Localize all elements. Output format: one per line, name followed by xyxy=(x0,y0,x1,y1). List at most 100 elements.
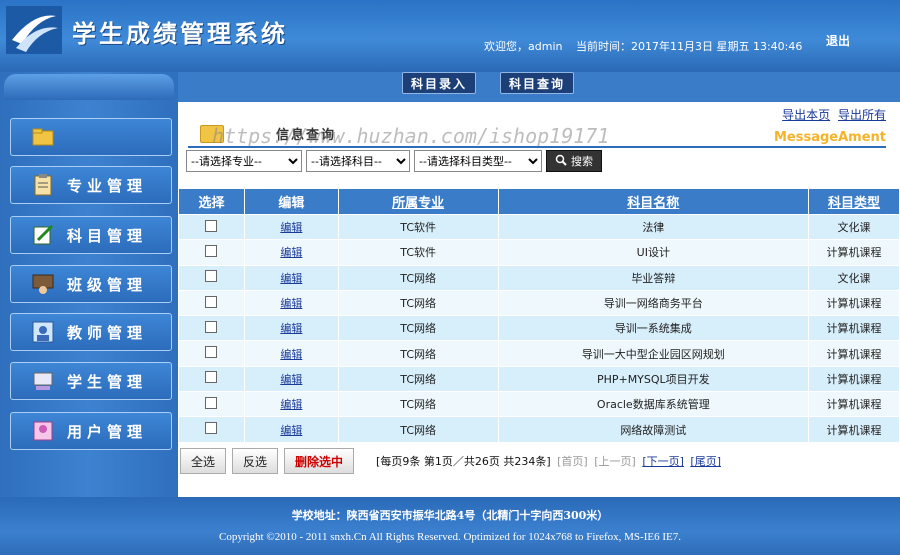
edit-link[interactable]: 编辑 xyxy=(280,246,302,259)
tab-subject-entry[interactable]: 科目录入 xyxy=(402,72,477,94)
col-header-edit: 编辑 xyxy=(243,188,339,215)
subject-type-select[interactable]: --请选择科目类型-- xyxy=(414,150,542,172)
clipboard-icon xyxy=(31,173,55,197)
cell-select xyxy=(178,365,245,393)
sidebar: 专业管理 科目管理 班级管理 教师管理 学生管理 用户管理 xyxy=(0,72,178,497)
pager-last[interactable]: [尾页] xyxy=(690,455,721,468)
row-checkbox[interactable] xyxy=(205,295,218,308)
col-header-major[interactable]: 所属专业 xyxy=(337,188,499,215)
edit-link[interactable]: 编辑 xyxy=(280,297,302,310)
logout-button[interactable]: 退出 xyxy=(826,32,850,49)
row-checkbox[interactable] xyxy=(205,270,218,283)
cell-edit: 编辑 xyxy=(243,264,339,291)
sidebar-item-student[interactable]: 学生管理 xyxy=(10,362,172,400)
cell-type: 计算机课程 xyxy=(808,315,900,342)
row-checkbox[interactable] xyxy=(205,422,218,435)
table-row: 编辑 TC网络 Oracle数据库系统管理 计算机课程 xyxy=(178,391,900,418)
row-checkbox[interactable] xyxy=(205,320,218,333)
divider xyxy=(188,146,886,148)
pager-prev[interactable]: [上一页] xyxy=(594,455,636,468)
row-checkbox[interactable] xyxy=(205,371,218,384)
cell-select xyxy=(178,289,245,317)
cell-type: 计算机课程 xyxy=(808,340,900,367)
search-button[interactable]: 搜索 xyxy=(546,150,602,172)
cell-type: 计算机课程 xyxy=(808,391,900,418)
toolbar: 科目录入 科目查询 xyxy=(178,72,900,102)
cell-select xyxy=(178,239,245,266)
col-header-type[interactable]: 科目类型 xyxy=(808,188,900,215)
cell-edit: 编辑 xyxy=(243,416,339,443)
edit-icon xyxy=(31,223,55,247)
edit-link[interactable]: 编辑 xyxy=(280,373,302,386)
edit-link[interactable]: 编辑 xyxy=(280,398,302,411)
delete-selected-button[interactable]: 删除选中 xyxy=(284,448,355,474)
row-checkbox[interactable] xyxy=(205,219,218,232)
export-all-link[interactable]: 导出所有 xyxy=(838,108,886,122)
pager-first[interactable]: [首页] xyxy=(557,455,588,468)
edit-link[interactable]: 编辑 xyxy=(280,348,302,361)
tab-subject-query[interactable]: 科目查询 xyxy=(500,72,575,94)
cell-type: 计算机课程 xyxy=(808,289,900,317)
cell-type: 文化课 xyxy=(808,264,900,291)
sidebar-item-class[interactable]: 班级管理 xyxy=(10,265,172,303)
classroom-icon xyxy=(31,272,55,296)
sidebar-item-subject[interactable]: 科目管理 xyxy=(10,216,172,254)
cell-name: 导训一网络商务平台 xyxy=(497,289,810,317)
cell-select xyxy=(178,416,245,443)
cell-name: 毕业答辩 xyxy=(497,264,810,291)
invert-selection-button[interactable]: 反选 xyxy=(232,448,279,474)
major-select[interactable]: --请选择专业-- xyxy=(186,150,302,172)
row-checkbox[interactable] xyxy=(205,396,218,409)
cell-edit: 编辑 xyxy=(243,391,339,418)
bottom-actions: 全选 反选 删除选中 [每页9条 第1页／共26页 共234条] [首页] [上… xyxy=(180,448,900,474)
pager-next[interactable]: [下一页] xyxy=(642,455,684,468)
sidebar-item-0[interactable] xyxy=(10,118,172,156)
teacher-icon xyxy=(31,320,55,344)
cell-type: 文化课 xyxy=(808,213,900,241)
row-checkbox[interactable] xyxy=(205,244,218,257)
select-all-button[interactable]: 全选 xyxy=(180,448,227,474)
section-brand: MessageAment xyxy=(773,130,886,145)
cell-name: 导训一大中型企业园区网规划 xyxy=(497,340,810,367)
cell-select xyxy=(178,391,245,418)
edit-link[interactable]: 编辑 xyxy=(280,272,302,285)
sidebar-item-major[interactable]: 专业管理 xyxy=(10,166,172,204)
edit-link[interactable]: 编辑 xyxy=(280,322,302,335)
table-header-row: 选择 编辑 所属专业 科目名称 科目类型 xyxy=(178,188,900,215)
cell-major: TC软件 xyxy=(337,213,499,241)
pager-summary: [每页9条 第1页／共26页 共234条] xyxy=(376,455,551,468)
cell-major: TC软件 xyxy=(337,239,499,266)
sidebar-item-label: 用户管理 xyxy=(67,422,148,441)
cell-major: TC网络 xyxy=(337,340,499,367)
current-time: 当前时间：2017年11月3日 星期五 13:40:46 xyxy=(576,40,803,53)
cell-edit: 编辑 xyxy=(243,315,339,342)
cell-major: TC网络 xyxy=(337,264,499,291)
table-row: 编辑 TC网络 导训一大中型企业园区网规划 计算机课程 xyxy=(178,340,900,367)
col-header-name[interactable]: 科目名称 xyxy=(497,188,810,215)
search-label: 搜索 xyxy=(571,155,593,168)
sidebar-item-label: 班级管理 xyxy=(67,275,148,294)
table-row: 编辑 TC软件 法律 文化课 xyxy=(178,213,900,241)
filter-bar: --请选择专业-- --请选择科目-- --请选择科目类型-- 搜索 xyxy=(186,150,602,172)
edit-link[interactable]: 编辑 xyxy=(280,221,302,234)
edit-link[interactable]: 编辑 xyxy=(280,424,302,437)
subject-select[interactable]: --请选择科目-- xyxy=(306,150,410,172)
table-body: 编辑 TC软件 法律 文化课 编辑 TC软件 UI设计 计算机课程 编辑 TC网络 毕业答辩 文化课编… xyxy=(178,213,900,443)
cell-select xyxy=(178,315,245,342)
sidebar-item-label: 专业管理 xyxy=(67,176,148,195)
header: 学生成绩管理系统 欢迎您，admin 当前时间：2017年11月3日 星期五 1… xyxy=(0,0,900,72)
watermark: https://www.huzhan.com/ishop19171 xyxy=(212,124,610,148)
sidebar-item-label: 教师管理 xyxy=(67,323,148,342)
row-checkbox[interactable] xyxy=(205,346,218,359)
col-header-select: 选择 xyxy=(178,188,245,215)
welcome-text: 欢迎您，admin xyxy=(484,40,563,53)
cell-major: TC网络 xyxy=(337,365,499,393)
sidebar-item-label: 学生管理 xyxy=(67,372,148,391)
sidebar-item-teacher[interactable]: 教师管理 xyxy=(10,313,172,351)
search-icon xyxy=(555,154,567,169)
sidebar-item-user[interactable]: 用户管理 xyxy=(10,412,172,450)
logo xyxy=(6,6,62,54)
export-page-link[interactable]: 导出本页 xyxy=(782,108,830,122)
cell-edit: 编辑 xyxy=(243,340,339,367)
cell-name: 法律 xyxy=(497,213,810,241)
